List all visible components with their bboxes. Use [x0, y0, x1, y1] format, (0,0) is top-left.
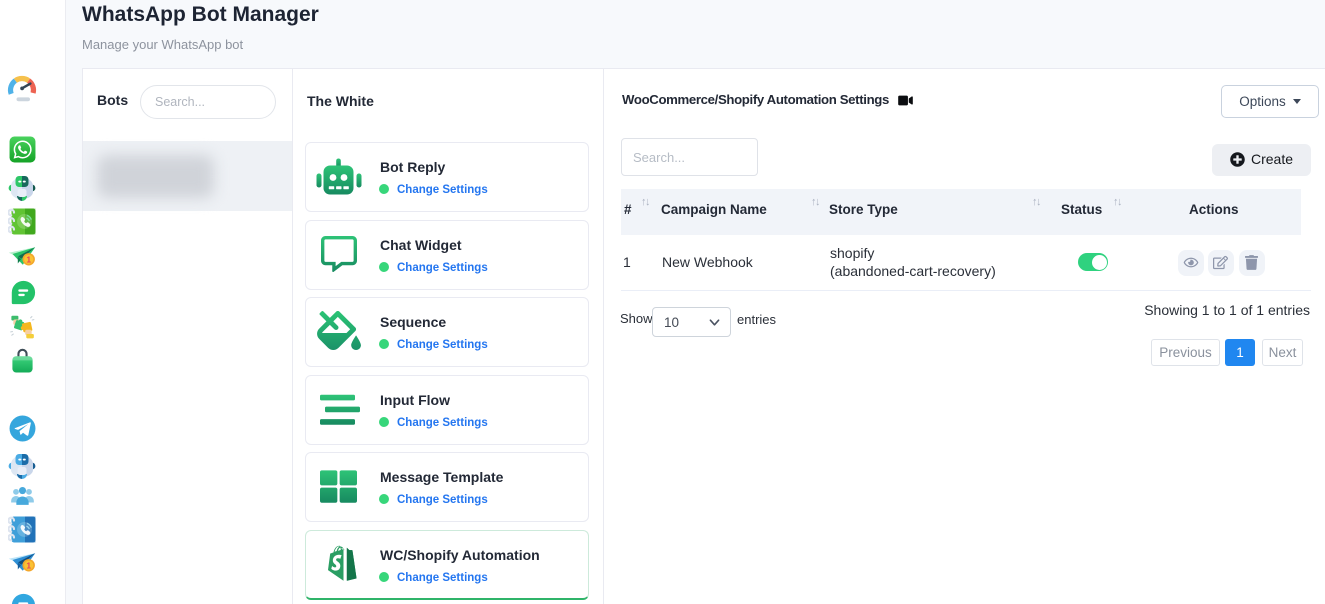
svg-text:1: 1: [26, 560, 31, 570]
svg-text:1: 1: [26, 254, 31, 264]
